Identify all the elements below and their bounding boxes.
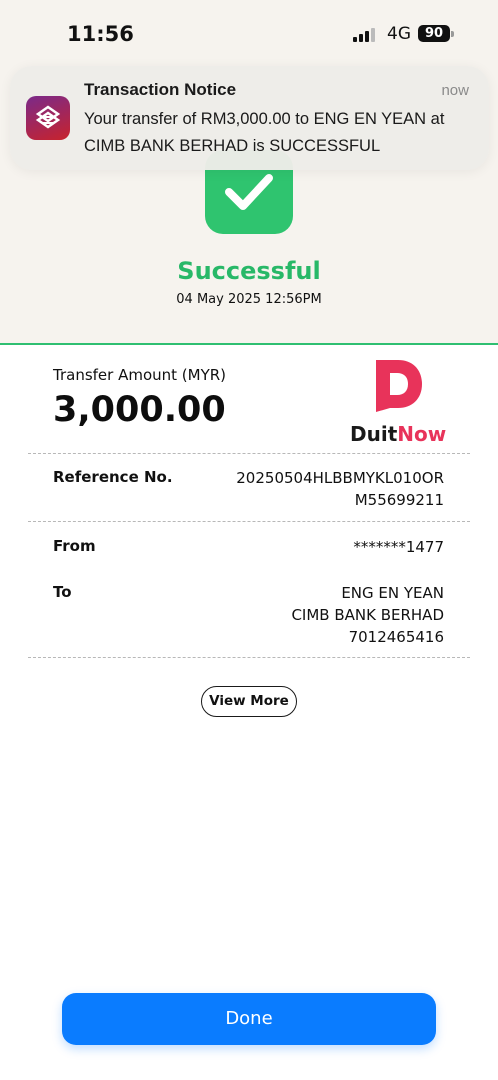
battery-tip bbox=[451, 31, 454, 37]
amount-value: 3,000.00 bbox=[53, 390, 226, 430]
transaction-notification[interactable]: Transaction Notice now Your transfer of … bbox=[10, 66, 489, 170]
view-more-button[interactable]: View More bbox=[201, 686, 297, 717]
from-label: From bbox=[53, 537, 96, 555]
bank-app-icon bbox=[26, 96, 70, 140]
to-value: ENG EN YEAN CIMB BANK BERHAD 7012465416 bbox=[291, 582, 444, 648]
divider bbox=[28, 521, 470, 522]
transaction-datetime: 04 May 2025 12:56PM bbox=[176, 292, 322, 307]
reference-label: Reference No. bbox=[53, 468, 173, 486]
to-label: To bbox=[53, 583, 72, 601]
divider bbox=[28, 657, 470, 658]
duitnow-logo: DuitNow bbox=[350, 356, 446, 446]
notification-time: now bbox=[441, 82, 469, 99]
status-title: Successful bbox=[177, 257, 321, 285]
reference-value: 20250504HLBBMYKL010OR M55699211 bbox=[236, 467, 444, 511]
from-value: *******1477 bbox=[353, 538, 444, 556]
duitnow-wordmark-duit: Duit bbox=[350, 422, 398, 446]
divider bbox=[28, 453, 470, 454]
duitnow-mark-icon bbox=[376, 360, 422, 412]
status-bar: 11:56 4G 90 bbox=[0, 0, 498, 60]
amount-label: Transfer Amount (MYR) bbox=[53, 366, 227, 384]
battery-icon: 90 bbox=[418, 25, 450, 42]
status-time: 11:56 bbox=[67, 22, 134, 46]
header-divider bbox=[0, 343, 498, 345]
network-type: 4G bbox=[387, 24, 411, 44]
done-button[interactable]: Done bbox=[62, 993, 436, 1045]
notification-title: Transaction Notice bbox=[84, 80, 237, 99]
to-account: 7012465416 bbox=[348, 628, 444, 646]
reference-line-1: 20250504HLBBMYKL010OR bbox=[236, 469, 444, 487]
duitnow-wordmark: DuitNow bbox=[350, 422, 446, 446]
reference-line-2: M55699211 bbox=[354, 491, 444, 509]
notification-body: Your transfer of RM3,000.00 to ENG EN YE… bbox=[84, 110, 445, 155]
duitnow-wordmark-now: Now bbox=[397, 422, 447, 446]
to-bank: CIMB BANK BERHAD bbox=[291, 606, 444, 624]
signal-icon bbox=[353, 28, 377, 42]
to-name: ENG EN YEAN bbox=[341, 584, 444, 602]
